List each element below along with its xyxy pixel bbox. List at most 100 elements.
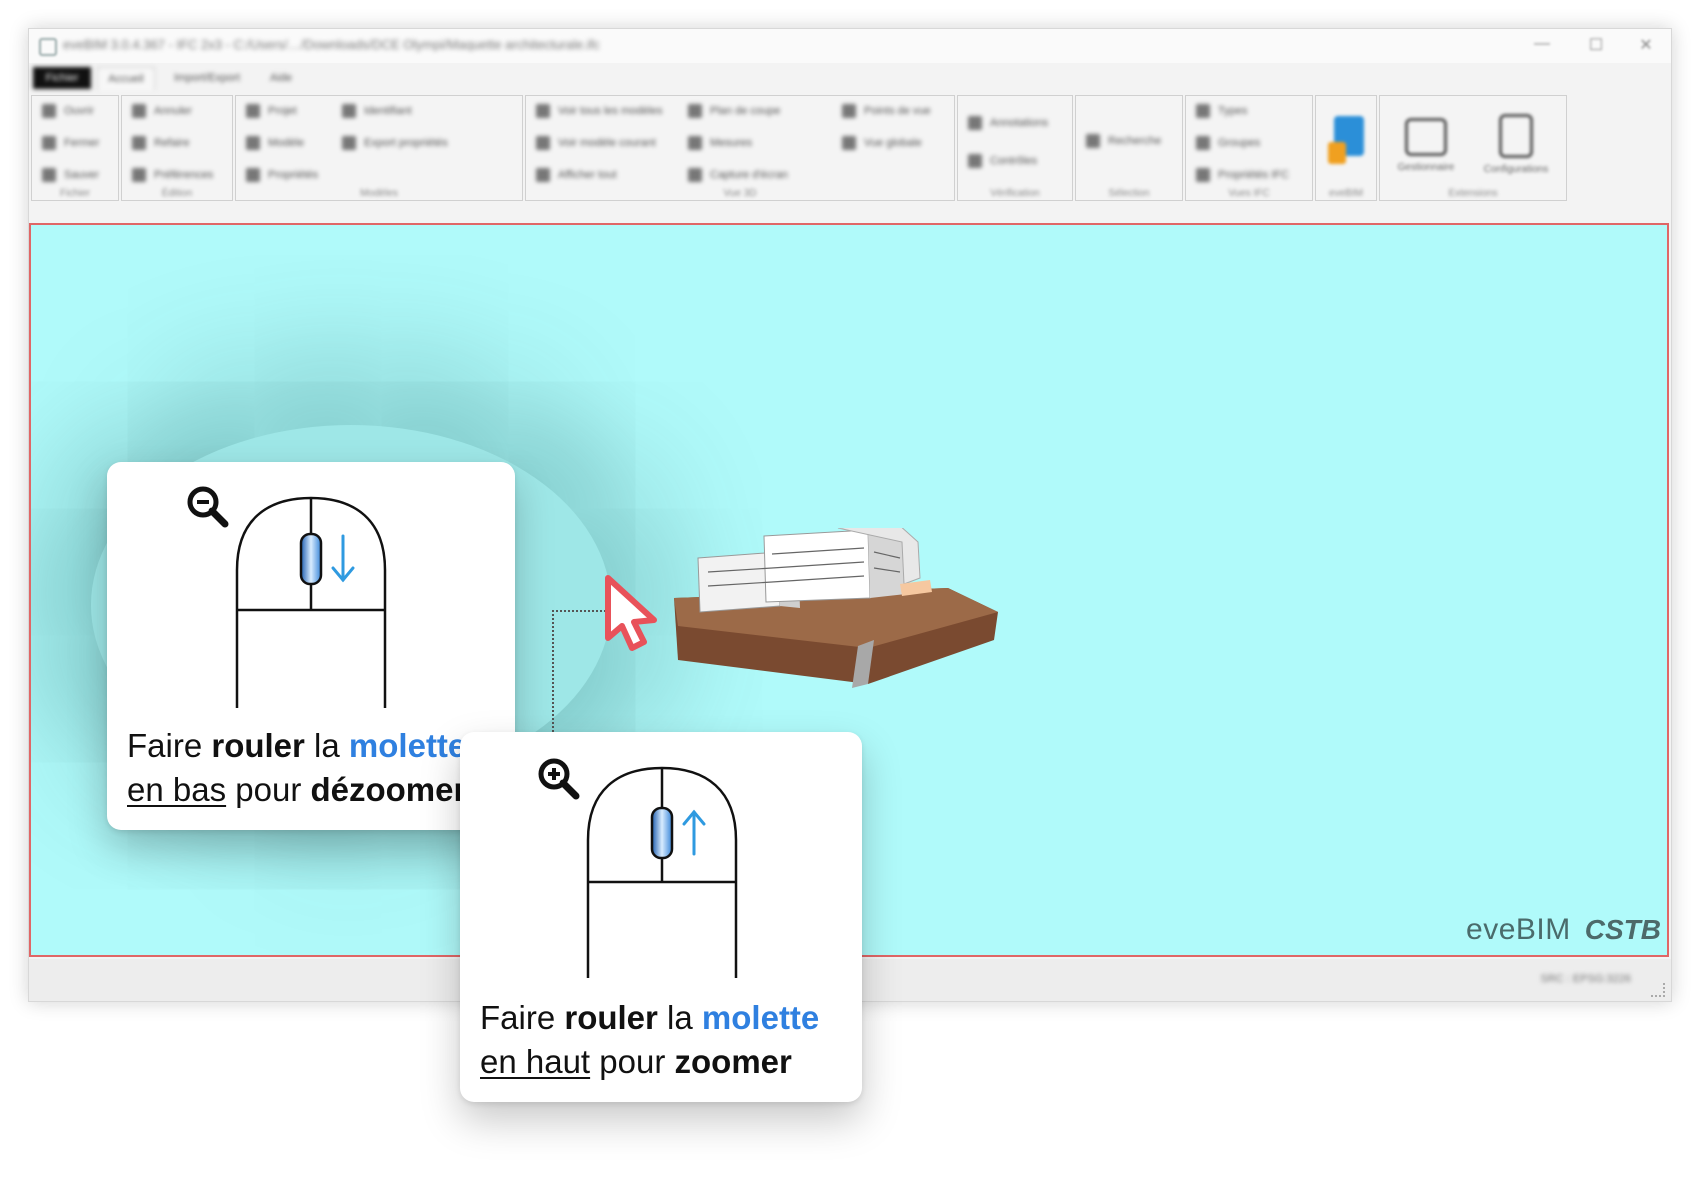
cstb-logo-text: CSTB	[1584, 914, 1661, 945]
ribbon-group-label: Vues IFC	[1228, 188, 1270, 199]
ribbon-group-label: Fichier	[59, 188, 90, 199]
callout-zoom-in: Faire rouler la molette en haut pour zoo…	[460, 732, 862, 1102]
close-icon	[42, 136, 56, 150]
evebim-logo-icon[interactable]	[1328, 116, 1364, 166]
ribbon-recherche[interactable]: Recherche	[1086, 134, 1161, 154]
caption-bold: rouler	[211, 727, 305, 764]
caption-text: la	[304, 727, 349, 764]
tab-aide[interactable]: Aide	[259, 67, 303, 89]
tab-import-export[interactable]: Import/Export	[161, 67, 253, 89]
ribbon-group-label: Sélection	[1108, 188, 1150, 199]
undo-icon	[132, 104, 146, 118]
ribbon-group-vue3d: Voir tous les modèles Voir modèle couran…	[525, 95, 955, 201]
search-icon	[1086, 134, 1100, 148]
caption-bold: rouler	[564, 999, 658, 1036]
mouse-outline	[586, 766, 738, 978]
scroll-wheel	[650, 806, 674, 860]
ribbon-proprietes[interactable]: Propriétés	[246, 168, 318, 188]
app-icon	[39, 38, 57, 56]
ribbon-capture[interactable]: Capture d'écran	[688, 168, 788, 188]
ribbon-configurations[interactable]: Configurations	[1476, 110, 1556, 190]
save-icon	[42, 168, 56, 182]
ribbon-group-label: Vue 3D	[723, 188, 757, 199]
ribbon-group-vues-ifc: Types Groupes Propriétés IFC Vues IFC	[1185, 95, 1313, 201]
types-icon	[1196, 104, 1210, 118]
ribbon-fermer[interactable]: Fermer	[42, 136, 99, 156]
globe-icon	[842, 136, 856, 150]
caption-text: pour	[226, 771, 311, 808]
zoom-out-caption: Faire rouler la molette en bas pour dézo…	[127, 724, 466, 812]
model-icon	[246, 136, 260, 150]
ribbon-group-label: Modèles	[360, 188, 398, 199]
ribbon-annotations[interactable]: Annotations	[968, 116, 1048, 136]
ribbon-projet[interactable]: Projet	[246, 104, 297, 124]
ribbon: Ouvrir Fermer Sauver Fichier Annuler Ref…	[29, 91, 1567, 209]
ribbon-groupes[interactable]: Groupes	[1196, 136, 1260, 156]
title-bar: eveBIM 3.0.4.367 - IFC 2x3 - C:/Users/…/…	[29, 29, 1671, 63]
mouse-scroll-down-illustration	[187, 486, 387, 708]
ribbon-preferences[interactable]: Préférences	[132, 168, 213, 188]
arrow-up-icon	[682, 809, 706, 856]
window-title: eveBIM 3.0.4.367 - IFC 2x3 - C:/Users/…/…	[63, 37, 600, 52]
models-icon	[536, 104, 550, 118]
mouse-scroll-up-illustration	[538, 758, 738, 978]
building-model[interactable]	[668, 528, 1008, 688]
ribbon-group-modeles: Projet Modèle Propriétés Identifiant Exp…	[235, 95, 523, 201]
ribbon-points-de-vue[interactable]: Points de vue	[842, 104, 931, 124]
ribbon-group-selection: Recherche Sélection	[1075, 95, 1183, 201]
caption-text: Faire	[480, 999, 565, 1036]
export-icon	[342, 136, 356, 150]
ribbon-afficher-tout[interactable]: Afficher tout	[536, 168, 617, 188]
ribbon-proprietes-ifc[interactable]: Propriétés IFC	[1196, 168, 1289, 188]
ribbon-group-label: eveBIM	[1329, 188, 1363, 199]
caption-bold: zoomer	[674, 1043, 792, 1080]
ribbon-types[interactable]: Types	[1196, 104, 1247, 124]
zoom-in-caption: Faire rouler la molette en haut pour zoo…	[480, 996, 819, 1084]
mouse-cursor-icon	[605, 575, 657, 651]
ribbon-group-label: Édition	[161, 188, 193, 199]
tab-fichier[interactable]: Fichier	[33, 67, 91, 89]
ribbon-group-evebim: eveBIM	[1315, 95, 1377, 201]
ribbon-ouvrir[interactable]: Ouvrir	[42, 104, 94, 124]
scroll-wheel	[299, 532, 323, 586]
properties-icon	[1196, 168, 1210, 182]
ribbon-annuler[interactable]: Annuler	[132, 104, 192, 124]
close-button[interactable]: ✕	[1631, 35, 1661, 57]
caption-text: Faire	[127, 727, 212, 764]
ribbon-modele[interactable]: Modèle	[246, 136, 304, 156]
section-plane-icon	[688, 104, 702, 118]
ribbon-group-fichier: Ouvrir Fermer Sauver Fichier	[31, 95, 119, 201]
check-icon	[968, 154, 982, 168]
ribbon-plan-coupe[interactable]: Plan de coupe	[688, 104, 780, 124]
ribbon-export-proprietes[interactable]: Export propriétés	[342, 136, 448, 156]
caption-underlined: en bas	[127, 771, 227, 808]
ribbon-controles[interactable]: Contrôles	[968, 154, 1037, 174]
ribbon-voir-tous[interactable]: Voir tous les modèles	[536, 104, 663, 124]
caption-text: la	[657, 999, 702, 1036]
menu-tabs: Fichier Accueil Import/Export Aide	[29, 63, 1671, 91]
ribbon-vue-globale[interactable]: Vue globale	[842, 136, 922, 156]
config-icon	[1499, 114, 1533, 158]
tab-accueil[interactable]: Accueil	[97, 67, 155, 90]
ribbon-mesures[interactable]: Mesures	[688, 136, 752, 156]
ribbon-group-edition: Annuler Refaire Préférences Édition	[121, 95, 233, 201]
ribbon-identifiant[interactable]: Identifiant	[342, 104, 412, 124]
project-icon	[246, 104, 260, 118]
building-block-center	[763, 529, 871, 603]
eye-icon	[536, 168, 550, 182]
ribbon-sauver[interactable]: Sauver	[42, 168, 99, 188]
caption-bold: dézoomer	[310, 771, 467, 808]
ribbon-gestionnaire[interactable]: Gestionnaire	[1386, 110, 1466, 190]
callout-zoom-out: Faire rouler la molette en bas pour dézo…	[107, 462, 515, 830]
mouse-outline	[235, 496, 387, 708]
ruler-icon	[688, 136, 702, 150]
ribbon-group-extensions: Gestionnaire Configurations Extensions	[1379, 95, 1567, 201]
ribbon-group-label: Extensions	[1448, 188, 1498, 199]
ribbon-voir-courant[interactable]: Voir modèle courant	[536, 136, 656, 156]
ribbon-refaire[interactable]: Refaire	[132, 136, 189, 156]
minimize-button[interactable]: —	[1527, 35, 1557, 57]
gear-icon	[132, 168, 146, 182]
resize-grip[interactable]	[1651, 983, 1665, 997]
folder-icon	[42, 104, 56, 118]
maximize-button[interactable]: ☐	[1581, 35, 1611, 57]
